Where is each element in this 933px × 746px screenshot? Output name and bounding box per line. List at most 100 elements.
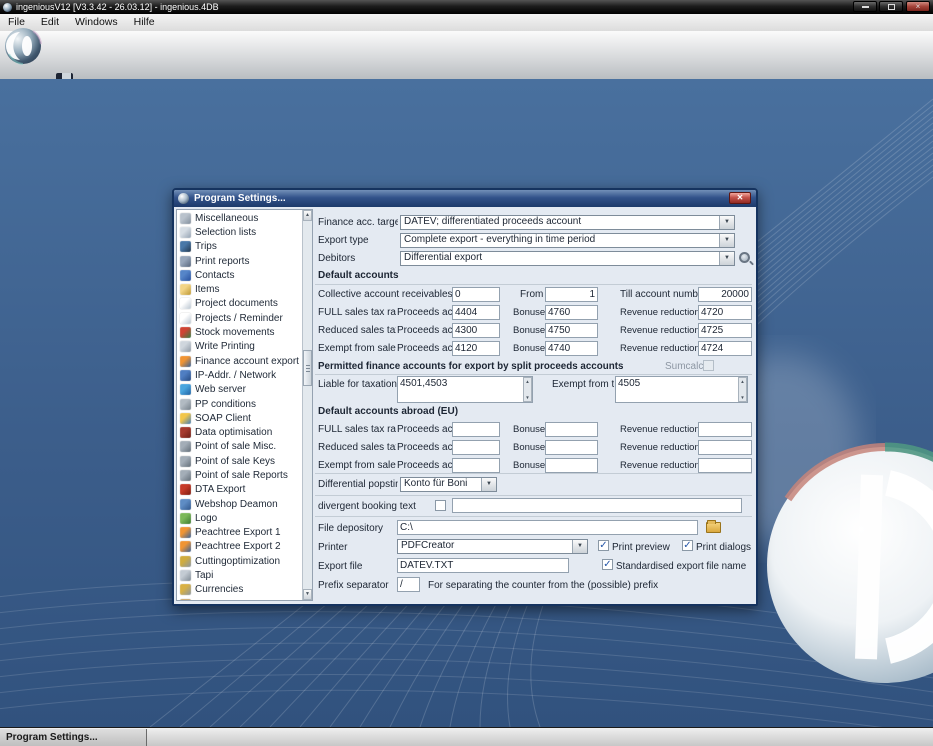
dialog-close-icon[interactable]: ✕ (729, 192, 751, 204)
print-preview-checkbox[interactable] (598, 540, 609, 551)
divergent-booking-input[interactable] (452, 498, 742, 513)
sidebar-item-label: Items (195, 284, 220, 296)
target-format-select[interactable]: DATEV; differentiated proceeds account ▼ (400, 215, 735, 230)
project-documents-icon (180, 298, 191, 310)
debitors-select[interactable]: Differential export ▼ (400, 251, 735, 266)
menu-hilfe[interactable]: Hilfe (126, 14, 163, 31)
from-input[interactable] (545, 287, 598, 302)
scrollbar-thumb[interactable] (303, 350, 312, 386)
proceeds-input[interactable] (452, 422, 500, 437)
export-type-select[interactable]: Complete export - everything in time per… (400, 233, 735, 248)
chevron-down-icon[interactable]: ▼ (719, 252, 734, 265)
items-icon (180, 284, 191, 296)
collective-label: Collective account receivables (318, 289, 453, 300)
sidebar-item[interactable]: Currencies (177, 583, 303, 597)
minimize-button[interactable] (853, 1, 877, 12)
pp-conditions-icon (180, 398, 191, 410)
exempt-spinner[interactable]: ▲ ▼ (738, 377, 747, 402)
sidebar-item[interactable]: Webshop Deamon (177, 497, 303, 511)
sidebar-item[interactable]: Data optimisation (177, 425, 303, 439)
proceeds-input[interactable] (452, 323, 500, 338)
sidebar-item[interactable] (177, 597, 303, 600)
revenue-reductions-input[interactable] (698, 305, 752, 320)
scroll-down-icon[interactable]: ▼ (303, 589, 312, 600)
sidebar-item[interactable]: Finance account export (177, 354, 303, 368)
bonuses-input[interactable] (545, 440, 598, 455)
sidebar-item[interactable]: Stock movements (177, 325, 303, 339)
maximize-button[interactable] (879, 1, 903, 12)
proceeds-input[interactable] (452, 440, 500, 455)
differential-posting-value: Konto für Boni (404, 478, 468, 489)
sidebar-item[interactable]: Project documents (177, 297, 303, 311)
chevron-down-icon[interactable]: ▼ (719, 234, 734, 247)
print-dialogs-checkbox[interactable] (682, 540, 693, 551)
folder-icon[interactable] (706, 520, 721, 533)
sidebar-item[interactable]: DTA Export (177, 483, 303, 497)
app-title: ingeniousV12 [V3.3.42 - 26.03.12] - inge… (16, 2, 219, 12)
export-file-input[interactable] (397, 558, 569, 573)
scroll-up-icon[interactable]: ▲ (303, 210, 312, 221)
sumcalc-checkbox[interactable] (703, 360, 714, 371)
sidebar-item[interactable]: Print reports (177, 254, 303, 268)
divergent-booking-checkbox[interactable] (435, 500, 446, 511)
sidebar-item[interactable]: Contacts (177, 268, 303, 282)
gear-search-icon[interactable] (739, 252, 750, 263)
sidebar-item[interactable]: Projects / Reminder (177, 311, 303, 325)
chevron-down-icon[interactable]: ▼ (572, 540, 587, 553)
sidebar-item[interactable]: Point of sale Keys (177, 454, 303, 468)
revenue-reductions-input[interactable] (698, 440, 752, 455)
menu-windows[interactable]: Windows (67, 14, 126, 31)
sidebar-item[interactable]: Point of sale Misc. (177, 440, 303, 454)
collective-input[interactable] (452, 287, 500, 302)
statusbar: Program Settings... (0, 727, 933, 746)
bonuses-input[interactable] (545, 341, 598, 356)
liable-spinner[interactable]: ▲ ▼ (523, 377, 532, 402)
sidebar-item[interactable]: Selection lists (177, 225, 303, 239)
revenue-reductions-input[interactable] (698, 341, 752, 356)
file-depository-input[interactable] (397, 520, 698, 535)
sidebar-item[interactable]: Tapi (177, 568, 303, 582)
sidebar-item[interactable]: Cuttingoptimization (177, 554, 303, 568)
proceeds-input[interactable] (452, 305, 500, 320)
printer-select[interactable]: PDFCreator ▼ (397, 539, 588, 554)
sidebar-item[interactable]: Logo (177, 511, 303, 525)
proceeds-input[interactable] (452, 341, 500, 356)
sidebar-item[interactable]: Peachtree Export 2 (177, 540, 303, 554)
sidebar-item[interactable]: IP-Addr. / Network (177, 368, 303, 382)
bonuses-input[interactable] (545, 323, 598, 338)
liable-textarea[interactable] (397, 376, 533, 403)
prefix-separator-input[interactable] (397, 577, 420, 592)
sidebar-item[interactable]: Web server (177, 383, 303, 397)
sidebar-item[interactable]: PP conditions (177, 397, 303, 411)
close-button[interactable]: × (906, 1, 930, 12)
exempt-tax-textarea[interactable] (615, 376, 748, 403)
sidebar-item[interactable]: SOAP Client (177, 411, 303, 425)
sidebar-item[interactable]: Items (177, 282, 303, 296)
sidebar-item[interactable]: Peachtree Export 1 (177, 526, 303, 540)
standardised-name-checkbox[interactable] (602, 559, 613, 570)
proceeds-input[interactable] (452, 458, 500, 473)
revenue-reductions-input[interactable] (698, 422, 752, 437)
bonuses-input[interactable] (545, 422, 598, 437)
differential-posting-select[interactable]: Konto für Boni ▼ (400, 477, 497, 492)
bonuses-input[interactable] (545, 305, 598, 320)
standardised-name-label: Standardised export file name (616, 561, 747, 572)
revenue-reductions-input[interactable] (698, 323, 752, 338)
chevron-down-icon[interactable]: ▼ (719, 216, 734, 229)
sidebar-item[interactable]: Trips (177, 240, 303, 254)
sidebar-item[interactable]: Point of sale Reports (177, 468, 303, 482)
finance-account-export-icon (180, 355, 191, 367)
logo-icon (180, 512, 191, 524)
taskbar-window-button[interactable]: Program Settings... (0, 729, 147, 746)
export-type-value: Complete export - everything in time per… (404, 234, 596, 245)
debitors-value: Differential export (404, 252, 483, 263)
target-format-value: DATEV; differentiated proceeds account (404, 216, 582, 227)
dialog-title: Program Settings... (194, 193, 286, 204)
sidebar-item[interactable]: Write Printing (177, 340, 303, 354)
chevron-down-icon[interactable]: ▼ (481, 478, 496, 491)
sidebar-item-label: Tapi (195, 570, 214, 582)
revenue-reductions-input[interactable] (698, 458, 752, 473)
bonuses-input[interactable] (545, 458, 598, 473)
till-account-input[interactable] (698, 287, 752, 302)
sidebar-item[interactable]: Miscellaneous (177, 211, 303, 225)
